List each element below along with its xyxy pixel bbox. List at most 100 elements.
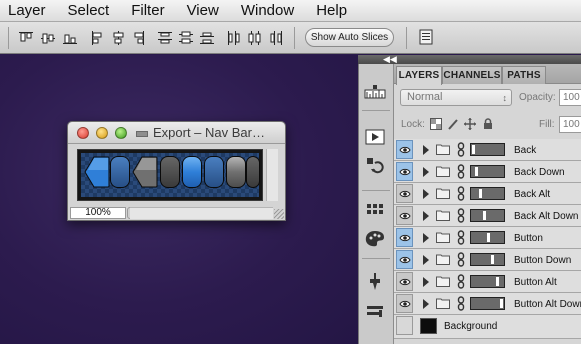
- layer-row[interactable]: Back Alt: [394, 183, 581, 205]
- align-vertical-centers-icon[interactable]: [40, 30, 56, 46]
- expand-group-triangle-icon[interactable]: [423, 189, 429, 199]
- layer-row[interactable]: Button Alt Down: [394, 293, 581, 315]
- expand-group-triangle-icon[interactable]: [423, 145, 429, 155]
- distribute-left-edges-icon[interactable]: [226, 30, 242, 46]
- vector-mask-thumbnail[interactable]: [470, 209, 505, 222]
- lock-position-icon[interactable]: [464, 118, 476, 130]
- vector-mask-thumbnail[interactable]: [470, 253, 505, 266]
- align-top-edges-icon[interactable]: [18, 30, 34, 46]
- tab-layers[interactable]: LAYERS: [396, 66, 442, 85]
- distribute-right-edges-icon[interactable]: [268, 30, 284, 46]
- show-auto-slices-button[interactable]: Show Auto Slices: [305, 28, 394, 47]
- expand-group-triangle-icon[interactable]: [423, 255, 429, 265]
- link-chain-icon[interactable]: [457, 186, 465, 201]
- vertical-scrollbar[interactable]: [266, 149, 278, 201]
- align-left-edges-icon[interactable]: [90, 30, 106, 46]
- layer-name: Button Alt Down: [514, 299, 581, 310]
- fill-input[interactable]: 100: [559, 116, 581, 133]
- zoom-window-button[interactable]: [115, 127, 127, 139]
- link-chain-icon[interactable]: [457, 230, 465, 245]
- align-horizontal-centers-icon[interactable]: [110, 30, 126, 46]
- resize-grip-icon[interactable]: [274, 209, 284, 219]
- lock-all-icon[interactable]: [482, 118, 494, 130]
- histogram-icon[interactable]: [364, 82, 386, 102]
- distribute-horizontal-centers-icon[interactable]: [247, 30, 263, 46]
- menu-help[interactable]: Help: [316, 2, 347, 19]
- layer-thumbnail: [420, 318, 437, 334]
- menu-view[interactable]: View: [187, 2, 219, 19]
- nav-button-blue: [182, 156, 202, 188]
- lock-transparent-pixels-icon[interactable]: [430, 118, 442, 130]
- align-right-edges-icon[interactable]: [130, 30, 146, 46]
- menu-select[interactable]: Select: [68, 2, 110, 19]
- distribute-vertical-centers-icon[interactable]: [178, 30, 194, 46]
- expand-group-triangle-icon[interactable]: [423, 211, 429, 221]
- layer-visibility-toggle[interactable]: [396, 294, 413, 313]
- animation-play-icon[interactable]: [364, 127, 386, 147]
- expand-group-triangle-icon[interactable]: [423, 299, 429, 309]
- blend-mode-select[interactable]: Normal ↕: [400, 89, 512, 106]
- link-chain-icon[interactable]: [457, 208, 465, 223]
- mask-highlight: [491, 255, 494, 264]
- expand-group-triangle-icon[interactable]: [423, 233, 429, 243]
- zoom-level-field[interactable]: 100%: [70, 207, 126, 219]
- layer-row[interactable]: Button Down: [394, 249, 581, 271]
- layer-visibility-toggle[interactable]: [396, 272, 413, 291]
- expand-group-triangle-icon[interactable]: [423, 277, 429, 287]
- blend-mode-value: Normal: [407, 91, 443, 103]
- distribute-bottom-edges-icon[interactable]: [199, 30, 215, 46]
- distribute-top-edges-icon[interactable]: [157, 30, 173, 46]
- layer-visibility-toggle[interactable]: [396, 140, 413, 159]
- link-chain-icon[interactable]: [457, 252, 465, 267]
- menu-layer[interactable]: Layer: [8, 2, 46, 19]
- history-icon[interactable]: [364, 155, 386, 175]
- tool-presets-icon[interactable]: [364, 301, 386, 321]
- nav-bar-preview[interactable]: [77, 149, 263, 201]
- nav-back-button-gray: [132, 156, 158, 188]
- options-bar: [0, 22, 581, 54]
- minimize-window-button[interactable]: [96, 127, 108, 139]
- export-document-window[interactable]: Export – Nav Bar… 100%: [67, 121, 286, 221]
- background-layer-row[interactable]: Background: [394, 315, 581, 339]
- layer-visibility-toggle[interactable]: [396, 206, 413, 225]
- opacity-input[interactable]: 100: [559, 89, 581, 106]
- layer-row[interactable]: Back Alt Down: [394, 205, 581, 227]
- vector-mask-thumbnail[interactable]: [470, 275, 505, 288]
- layer-visibility-toggle[interactable]: [396, 228, 413, 247]
- menu-filter[interactable]: Filter: [131, 2, 164, 19]
- layer-row[interactable]: Back: [394, 139, 581, 161]
- tab-paths[interactable]: PATHS: [502, 66, 546, 84]
- tab-channels[interactable]: CHANNELS: [442, 66, 502, 84]
- lock-image-pixels-icon[interactable]: [447, 118, 459, 130]
- styles-palette-icon[interactable]: [364, 229, 386, 249]
- align-bottom-edges-icon[interactable]: [62, 30, 78, 46]
- export-window-titlebar[interactable]: Export – Nav Bar…: [68, 122, 285, 144]
- vector-mask-thumbnail[interactable]: [470, 187, 505, 200]
- expand-group-triangle-icon[interactable]: [423, 167, 429, 177]
- layer-row[interactable]: Button: [394, 227, 581, 249]
- layer-visibility-toggle[interactable]: [396, 250, 413, 269]
- close-window-button[interactable]: [77, 127, 89, 139]
- layer-row[interactable]: Back Down: [394, 161, 581, 183]
- brushes-icon[interactable]: [364, 271, 386, 291]
- menu-window[interactable]: Window: [241, 2, 294, 19]
- collapse-panels-icon[interactable]: ◀◀: [383, 55, 397, 64]
- vector-mask-thumbnail[interactable]: [470, 143, 505, 156]
- vector-mask-thumbnail[interactable]: [470, 165, 505, 178]
- vector-mask-thumbnail[interactable]: [470, 297, 505, 310]
- mask-highlight: [500, 299, 503, 308]
- layer-visibility-toggle[interactable]: [396, 162, 413, 181]
- link-chain-icon[interactable]: [457, 164, 465, 179]
- horizontal-scrollbar[interactable]: [130, 207, 273, 219]
- layer-name: Back Alt: [514, 189, 551, 200]
- layer-visibility-toggle[interactable]: [396, 184, 413, 203]
- layer-name: Button Down: [514, 255, 572, 266]
- link-chain-icon[interactable]: [457, 142, 465, 157]
- link-chain-icon[interactable]: [457, 296, 465, 311]
- link-chain-icon[interactable]: [457, 274, 465, 289]
- slice-options-icon[interactable]: [418, 29, 434, 45]
- layer-row[interactable]: Button Alt: [394, 271, 581, 293]
- swatches-icon[interactable]: [364, 201, 386, 221]
- layer-visibility-toggle[interactable]: [396, 316, 413, 335]
- vector-mask-thumbnail[interactable]: [470, 231, 505, 244]
